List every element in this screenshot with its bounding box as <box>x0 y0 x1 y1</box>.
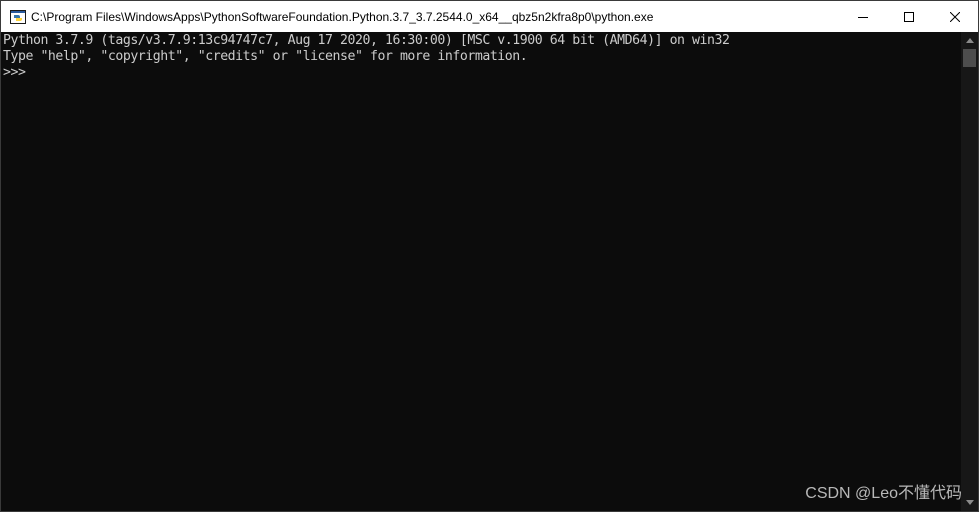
console-line: Type "help", "copyright", "credits" or "… <box>3 49 528 64</box>
minimize-icon <box>858 16 868 18</box>
window-title: C:\Program Files\WindowsApps\PythonSoftw… <box>31 9 654 24</box>
scroll-down-button[interactable] <box>961 494 978 511</box>
maximize-icon <box>904 11 914 22</box>
python-icon <box>10 9 26 25</box>
watermark: CSDN @Leo不懂代码 <box>805 485 962 502</box>
vertical-scrollbar[interactable] <box>961 32 978 511</box>
console-output[interactable]: Python 3.7.9 (tags/v3.7.9:13c94747c7, Au… <box>1 32 961 511</box>
chevron-up-icon <box>965 38 974 43</box>
close-button[interactable] <box>932 1 978 32</box>
minimize-button[interactable] <box>840 1 886 32</box>
chevron-down-icon <box>965 500 974 505</box>
maximize-button[interactable] <box>886 1 932 32</box>
scrollbar-thumb[interactable] <box>963 49 976 67</box>
title-bar[interactable]: C:\Program Files\WindowsApps\PythonSoftw… <box>1 1 978 32</box>
console-line: Python 3.7.9 (tags/v3.7.9:13c94747c7, Au… <box>3 33 730 48</box>
console-prompt: >>> <box>3 65 26 80</box>
scroll-up-button[interactable] <box>961 32 978 49</box>
close-icon <box>950 11 960 22</box>
window-controls <box>840 1 978 32</box>
console-window: C:\Program Files\WindowsApps\PythonSoftw… <box>0 0 979 512</box>
